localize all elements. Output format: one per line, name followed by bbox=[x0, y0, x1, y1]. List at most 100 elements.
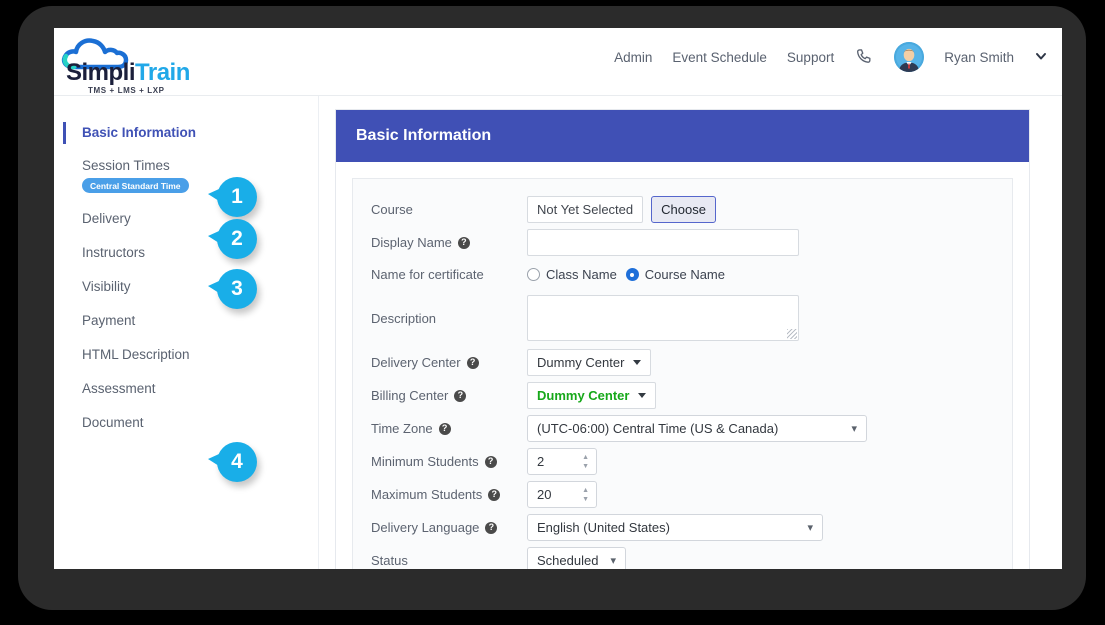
delivery-language-select[interactable]: English (United States) ▾ bbox=[527, 514, 823, 541]
stepper-arrows-icon[interactable]: ▲ ▼ bbox=[582, 454, 589, 470]
name-for-certificate-control: Class Name Course Name bbox=[527, 267, 725, 282]
radio-checked-icon[interactable] bbox=[625, 268, 639, 281]
form-row-minimum-students: Minimum Students ? 2 ▲ ▼ bbox=[361, 445, 1004, 478]
panel-title: Basic Information bbox=[336, 110, 1029, 162]
billing-center-control: Dummy Center bbox=[527, 382, 657, 409]
help-icon[interactable]: ? bbox=[484, 455, 497, 468]
course-control: Not Yet Selected Choose bbox=[527, 196, 716, 223]
nav-link-admin[interactable]: Admin bbox=[614, 50, 652, 65]
radio-option-course-name[interactable]: Course Name bbox=[625, 267, 725, 282]
description-textarea[interactable] bbox=[527, 295, 799, 341]
radio-group: Class Name Course Name bbox=[527, 267, 725, 282]
sidebar-item-visibility[interactable]: Visibility bbox=[54, 270, 318, 304]
time-zone-select[interactable]: (UTC-06:00) Central Time (US & Canada) ▾ bbox=[527, 415, 867, 442]
course-label: Course bbox=[361, 202, 527, 217]
course-label-text: Course bbox=[371, 202, 413, 217]
form-card: Course Not Yet Selected Choose Display N… bbox=[352, 178, 1013, 569]
status-control: Scheduled ▾ bbox=[527, 547, 626, 569]
sidebar-item-delivery[interactable]: Delivery bbox=[54, 202, 318, 236]
radio-option-class-name[interactable]: Class Name bbox=[527, 267, 617, 282]
time-zone-value: (UTC-06:00) Central Time (US & Canada) bbox=[537, 421, 779, 436]
maximum-students-value: 20 bbox=[537, 487, 552, 502]
help-icon[interactable]: ? bbox=[485, 521, 498, 534]
maximum-students-control: 20 ▲ ▼ bbox=[527, 481, 597, 508]
phone-icon[interactable] bbox=[854, 47, 874, 67]
status-label: Status bbox=[361, 553, 527, 568]
help-icon[interactable]: ? bbox=[454, 389, 467, 402]
sidebar-item-basic-information[interactable]: Basic Information bbox=[54, 116, 318, 150]
minimum-students-label: Minimum Students ? bbox=[361, 454, 527, 469]
chevron-down-icon: ▾ bbox=[610, 555, 616, 567]
brand-name: SimpliTrain bbox=[66, 59, 190, 87]
form-row-status: Status Scheduled ▾ bbox=[361, 544, 1004, 569]
brand-name-part2: Train bbox=[135, 59, 190, 86]
time-zone-label-text: Time Zone bbox=[371, 421, 433, 436]
minimum-students-control: 2 ▲ ▼ bbox=[527, 448, 597, 475]
form-row-delivery-language: Delivery Language ? English (United Stat… bbox=[361, 511, 1004, 544]
form-row-display-name: Display Name ? bbox=[361, 226, 1004, 259]
device-screen: SimpliTrain TMS + LMS + LXP Admin Event … bbox=[54, 28, 1062, 569]
stepper-down-icon[interactable]: ▼ bbox=[582, 463, 589, 470]
header-nav: Admin Event Schedule Support Ryan Smith bbox=[614, 42, 1048, 72]
sidebar: Basic Information Session Times Central … bbox=[54, 96, 319, 569]
avatar[interactable] bbox=[894, 42, 925, 72]
sidebar-item-label: Visibility bbox=[82, 279, 131, 295]
minimum-students-stepper[interactable]: 2 ▲ ▼ bbox=[527, 448, 597, 475]
sidebar-item-payment[interactable]: Payment bbox=[54, 304, 318, 338]
stepper-down-icon[interactable]: ▼ bbox=[582, 496, 589, 503]
app-header: SimpliTrain TMS + LMS + LXP Admin Event … bbox=[54, 28, 1062, 96]
delivery-center-select[interactable]: Dummy Center bbox=[527, 349, 652, 376]
form-row-name-for-certificate: Name for certificate Class Name Course N… bbox=[361, 259, 1004, 290]
timezone-badge: Central Standard Time bbox=[82, 178, 189, 194]
help-icon[interactable]: ? bbox=[488, 488, 501, 501]
billing-center-select[interactable]: Dummy Center bbox=[527, 382, 657, 409]
description-control bbox=[527, 295, 799, 341]
sidebar-item-instructors[interactable]: Instructors bbox=[54, 236, 318, 270]
stepper-up-icon[interactable]: ▲ bbox=[582, 487, 589, 494]
form-row-billing-center: Billing Center ? Dummy Center bbox=[361, 379, 1004, 412]
stepper-up-icon[interactable]: ▲ bbox=[582, 454, 589, 461]
help-icon[interactable]: ? bbox=[457, 236, 470, 249]
form-row-time-zone: Time Zone ? (UTC-06:00) Central Time (US… bbox=[361, 412, 1004, 445]
billing-center-label: Billing Center ? bbox=[361, 388, 527, 403]
nav-link-support[interactable]: Support bbox=[787, 50, 834, 65]
status-select[interactable]: Scheduled ▾ bbox=[527, 547, 626, 569]
sidebar-item-session-times[interactable]: Session Times Central Standard Time bbox=[54, 150, 318, 202]
chevron-down-icon: ▾ bbox=[851, 423, 857, 435]
help-icon[interactable]: ? bbox=[438, 422, 451, 435]
radio-unchecked-icon[interactable] bbox=[527, 268, 540, 281]
sidebar-item-label: Document bbox=[82, 415, 144, 431]
sidebar-item-label: Instructors bbox=[82, 245, 146, 261]
display-name-input[interactable] bbox=[527, 229, 799, 256]
callout-badge-4: 4 bbox=[208, 442, 257, 482]
caret-down-icon bbox=[633, 360, 642, 365]
app-body: Basic Information Session Times Central … bbox=[54, 96, 1062, 569]
name-for-certificate-label-text: Name for certificate bbox=[371, 267, 484, 282]
delivery-center-label: Delivery Center ? bbox=[361, 355, 527, 370]
user-name[interactable]: Ryan Smith bbox=[944, 50, 1014, 65]
sidebar-item-label: Basic Information bbox=[82, 125, 197, 141]
delivery-center-label-text: Delivery Center bbox=[371, 355, 461, 370]
sidebar-item-label: Assessment bbox=[82, 381, 156, 397]
brand-name-part1: Simpli bbox=[66, 59, 136, 86]
sidebar-item-assessment[interactable]: Assessment bbox=[54, 372, 318, 406]
panel-body: Course Not Yet Selected Choose Display N… bbox=[336, 162, 1029, 569]
delivery-language-label-text: Delivery Language bbox=[371, 520, 480, 535]
sidebar-item-html-description[interactable]: HTML Description bbox=[54, 338, 318, 372]
help-icon[interactable]: ? bbox=[466, 356, 479, 369]
time-zone-control: (UTC-06:00) Central Time (US & Canada) ▾ bbox=[527, 415, 867, 442]
resize-grip-icon[interactable] bbox=[787, 329, 797, 339]
sidebar-item-document[interactable]: Document bbox=[54, 406, 318, 440]
device-bezel: SimpliTrain TMS + LMS + LXP Admin Event … bbox=[18, 6, 1086, 610]
choose-course-button[interactable]: Choose bbox=[651, 196, 716, 223]
maximum-students-stepper[interactable]: 20 ▲ ▼ bbox=[527, 481, 597, 508]
nav-link-event-schedule[interactable]: Event Schedule bbox=[672, 50, 767, 65]
radio-label-course-name: Course Name bbox=[644, 267, 725, 282]
stepper-arrows-icon[interactable]: ▲ ▼ bbox=[582, 487, 589, 503]
chevron-down-icon[interactable] bbox=[1034, 49, 1048, 66]
maximum-students-label-text: Maximum Students bbox=[371, 487, 483, 502]
callout-badge-1: 1 bbox=[208, 177, 257, 217]
caret-down-icon bbox=[638, 393, 647, 398]
billing-center-label-text: Billing Center bbox=[371, 388, 449, 403]
delivery-language-control: English (United States) ▾ bbox=[527, 514, 823, 541]
